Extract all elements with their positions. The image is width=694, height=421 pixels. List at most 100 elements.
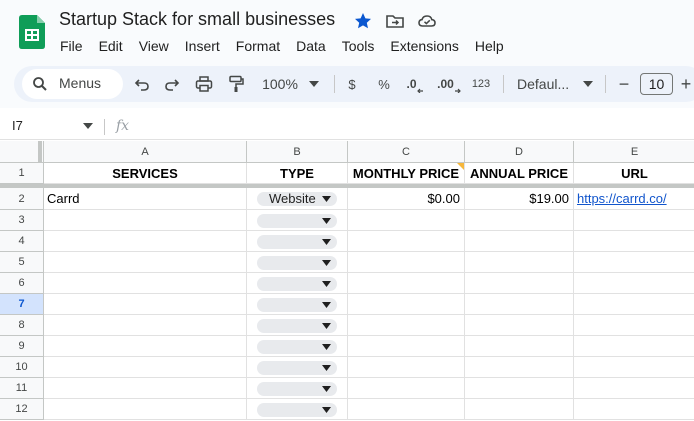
menu-extensions[interactable]: Extensions [390,37,458,55]
cell-type[interactable] [247,378,348,399]
decrease-decimal-button[interactable]: .0 [404,73,426,95]
font-size-input[interactable]: 10 [640,73,673,95]
type-dropdown-chip[interactable] [257,256,337,270]
header-cell-services[interactable]: SERVICES [44,163,247,184]
note-indicator-icon[interactable] [457,163,464,170]
menu-insert[interactable]: Insert [185,37,220,55]
cell-annual-price[interactable] [465,399,574,420]
cell-monthly-price[interactable] [348,357,465,378]
cell-monthly-price[interactable] [348,252,465,273]
type-dropdown-chip[interactable] [257,382,337,396]
menu-file[interactable]: File [60,37,83,55]
cell-monthly-price[interactable] [348,294,465,315]
cell-url[interactable] [574,399,694,420]
cell-annual-price[interactable] [465,294,574,315]
row-header-3[interactable]: 3 [0,210,44,231]
cell-url[interactable]: https://carrd.co/ [574,188,694,210]
more-formats-button[interactable]: 123 [469,73,493,95]
menu-help[interactable]: Help [475,37,504,55]
row-header-6[interactable]: 6 [0,273,44,294]
row-header-2[interactable]: 2 [0,188,44,210]
cell-services[interactable] [44,315,247,336]
sheets-logo-icon[interactable] [19,15,45,49]
header-cell-annual-price[interactable]: ANNUAL PRICE [465,163,574,184]
url-link[interactable]: https://carrd.co/ [577,191,667,206]
type-dropdown-chip[interactable]: Website [257,192,337,206]
menu-format[interactable]: Format [236,37,280,55]
type-dropdown-chip[interactable] [257,298,337,312]
undo-icon[interactable] [132,73,152,95]
cell-monthly-price[interactable] [348,273,465,294]
redo-icon[interactable] [162,73,182,95]
cell-services[interactable] [44,273,247,294]
cell-type[interactable] [247,273,348,294]
star-icon[interactable] [353,11,373,31]
name-box-dropdown-icon[interactable] [83,123,93,129]
print-icon[interactable] [194,73,214,95]
freeze-handle[interactable] [38,141,42,163]
cell-services[interactable] [44,210,247,231]
cell-url[interactable] [574,378,694,399]
dropdown-arrow-icon[interactable] [582,73,594,95]
header-cell-monthly-price[interactable]: MONTHLY PRICE [348,163,465,184]
cell-type[interactable] [247,336,348,357]
type-dropdown-chip[interactable] [257,235,337,249]
cell-annual-price[interactable] [465,210,574,231]
cell-url[interactable] [574,210,694,231]
cell-type[interactable] [247,294,348,315]
row-header-9[interactable]: 9 [0,336,44,357]
cell-url[interactable] [574,336,694,357]
cell-annual-price[interactable] [465,252,574,273]
cell-services[interactable] [44,378,247,399]
row-header-7[interactable]: 7 [0,294,44,315]
column-header-b[interactable]: B [247,141,348,163]
cloud-saved-icon[interactable] [417,11,437,31]
paint-format-icon[interactable] [226,73,246,95]
cell-type[interactable] [247,231,348,252]
row-header-1[interactable]: 1 [0,163,44,184]
cell-type[interactable] [247,357,348,378]
cell-services[interactable] [44,357,247,378]
type-dropdown-chip[interactable] [257,214,337,228]
row-header-4[interactable]: 4 [0,231,44,252]
cell-annual-price[interactable] [465,273,574,294]
cell-url[interactable] [574,357,694,378]
cell-monthly-price[interactable] [348,315,465,336]
percent-format-button[interactable]: % [374,73,394,95]
menu-view[interactable]: View [139,37,169,55]
cell-annual-price[interactable] [465,315,574,336]
column-header-d[interactable]: D [465,141,574,163]
cell-monthly-price[interactable] [348,378,465,399]
cell-annual-price[interactable]: $19.00 [465,188,574,210]
cell-monthly-price[interactable] [348,399,465,420]
dropdown-arrow-icon[interactable] [308,73,320,95]
search-menus-button[interactable]: Menus [22,69,123,99]
cell-type[interactable] [247,315,348,336]
header-cell-type[interactable]: TYPE [247,163,348,184]
cell-annual-price[interactable] [465,336,574,357]
zoom-select[interactable]: 100% [260,73,300,95]
menu-edit[interactable]: Edit [99,37,123,55]
cell-type[interactable] [247,252,348,273]
row-header-8[interactable]: 8 [0,315,44,336]
type-dropdown-chip[interactable] [257,403,337,417]
cell-type[interactable] [247,210,348,231]
cell-url[interactable] [574,231,694,252]
cell-type[interactable] [247,399,348,420]
cell-url[interactable] [574,315,694,336]
menu-data[interactable]: Data [296,37,326,55]
cell-services[interactable] [44,252,247,273]
cell-annual-price[interactable] [465,231,574,252]
cell-monthly-price[interactable]: $0.00 [348,188,465,210]
row-header-10[interactable]: 10 [0,357,44,378]
cell-services[interactable] [44,294,247,315]
row-header-11[interactable]: 11 [0,378,44,399]
move-to-folder-icon[interactable] [385,11,405,31]
cell-annual-price[interactable] [465,378,574,399]
cell-url[interactable] [574,252,694,273]
increase-font-size-button[interactable]: + [678,73,694,95]
font-select[interactable]: Defaul... [517,73,573,95]
cell-services[interactable] [44,399,247,420]
cell-annual-price[interactable] [465,357,574,378]
name-box[interactable]: I7 [12,118,23,133]
